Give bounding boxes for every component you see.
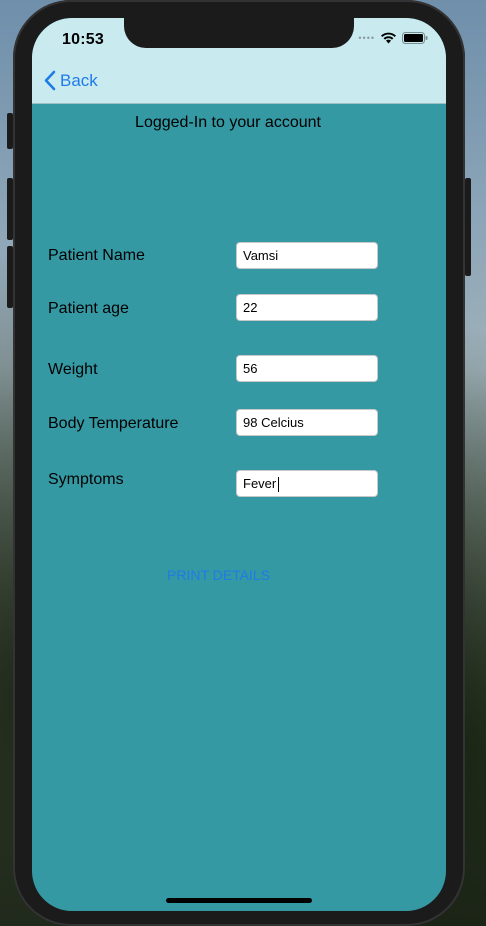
weight-label: Weight [48,361,98,378]
body-temperature-label: Body Temperature [48,415,179,432]
body-temperature-input[interactable] [236,409,378,436]
patient-name-input[interactable] [236,242,378,269]
volume-down-button [7,246,13,308]
volume-up-button [7,178,13,240]
symptoms-input[interactable] [236,470,378,497]
home-indicator[interactable] [166,898,312,903]
print-details-button[interactable]: PRINT DETAILS [167,567,270,583]
back-label: Back [60,70,98,90]
power-button [465,178,471,276]
back-button[interactable]: Back [44,70,98,91]
mute-switch [7,113,13,149]
wifi-icon [381,32,396,44]
notch [124,18,354,48]
app-screen: 10:53 •••• Back Logged-In to your accoun… [32,18,446,911]
weight-input[interactable] [236,355,378,382]
signal-icon: •••• [358,33,375,43]
patient-age-input[interactable] [236,294,378,321]
symptoms-label: Symptoms [48,471,124,488]
chevron-left-icon [44,70,56,91]
battery-icon [402,32,428,44]
patient-name-label: Patient Name [48,247,145,264]
text-cursor [278,477,279,492]
patient-age-label: Patient age [48,300,129,317]
status-icons: •••• [358,32,428,44]
page-title: Logged-In to your account [135,114,321,131]
status-time: 10:53 [62,31,104,48]
